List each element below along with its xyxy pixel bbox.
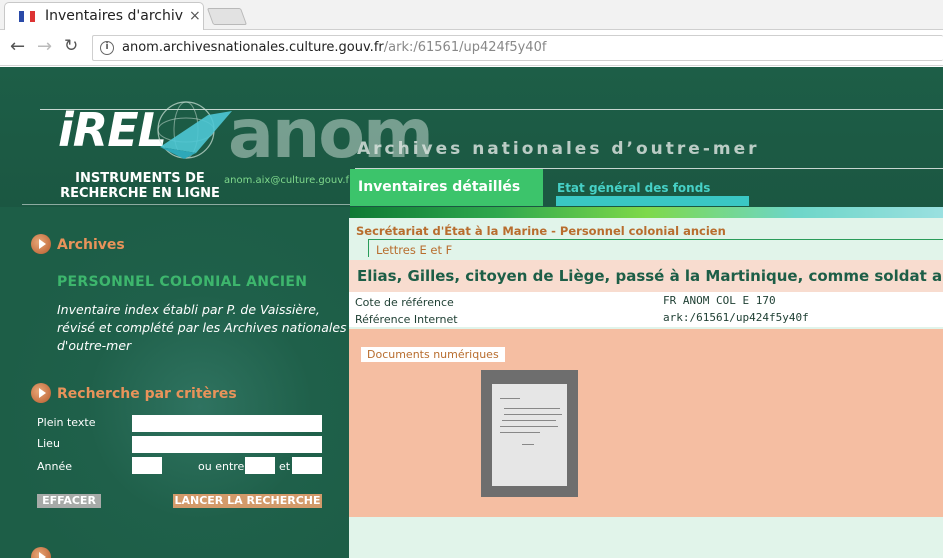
banner-rule bbox=[22, 204, 350, 205]
color-gradient-strip bbox=[350, 207, 943, 218]
site-banner: iREL anom Archives nationales d’outre-me… bbox=[0, 67, 943, 207]
url-bar[interactable]: i anom.archivesnationales.culture.gouv.f… bbox=[92, 35, 943, 61]
year-from-input[interactable] bbox=[245, 457, 275, 474]
tab-inventaires-detailles[interactable]: Inventaires détaillés bbox=[350, 169, 543, 206]
and-label: et bbox=[279, 460, 291, 473]
url-path: /ark:/61561/up424f5y40f bbox=[383, 40, 547, 55]
year-to-input[interactable] bbox=[292, 457, 322, 474]
info-icon[interactable]: i bbox=[100, 41, 114, 55]
record-title-bar: Elias, Gilles, citoyen de Liège, passé à… bbox=[349, 260, 943, 292]
year-input[interactable] bbox=[132, 457, 162, 474]
place-input[interactable] bbox=[132, 436, 322, 453]
globe-wing-logo-icon bbox=[157, 101, 232, 159]
search-button[interactable]: LANCER LA RECHERCHE bbox=[173, 494, 322, 508]
meta-key-ref: Référence Internet bbox=[355, 313, 458, 326]
tab-close-icon[interactable]: × bbox=[189, 8, 201, 24]
anom-logo: anom bbox=[228, 95, 434, 174]
browser-tabbar: Inventaires d'archives × bbox=[0, 0, 943, 30]
breadcrumb-series[interactable]: Secrétariat d'État à la Marine - Personn… bbox=[356, 224, 726, 238]
record-metadata: Cote de référence FR ANOM COL E 170 Réfé… bbox=[349, 292, 943, 327]
meta-value-ref: ark:/61561/up424f5y40f bbox=[663, 311, 809, 324]
breadcrumb-subseries[interactable]: Lettres E et F bbox=[368, 239, 943, 257]
documents-numeriques-label[interactable]: Documents numériques bbox=[361, 347, 505, 362]
archives-heading[interactable]: Archives bbox=[57, 237, 125, 253]
meta-key-cote: Cote de référence bbox=[355, 296, 454, 309]
between-label: ou entre bbox=[198, 460, 245, 473]
irel-logo[interactable]: iREL bbox=[58, 103, 167, 157]
sidebar: Archives PERSONNEL COLONIAL ANCIEN Inven… bbox=[0, 207, 349, 558]
tab-etat-general-label[interactable]: Etat général des fonds bbox=[557, 181, 710, 195]
document-thumbnail[interactable] bbox=[481, 370, 578, 497]
place-label: Lieu bbox=[37, 437, 60, 450]
new-tab-button[interactable] bbox=[206, 8, 248, 25]
back-arrow-icon[interactable]: ← bbox=[10, 36, 25, 57]
instruments-label: INSTRUMENTS DE RECHERCHE EN LIGNE bbox=[60, 171, 220, 201]
clear-button[interactable]: EFFACER bbox=[37, 494, 101, 508]
site-tagline: Archives nationales d’outre-mer bbox=[357, 139, 760, 159]
tab-etat-general[interactable]: Etat général des fonds bbox=[543, 169, 943, 206]
forward-arrow-icon[interactable]: → bbox=[37, 36, 52, 57]
record-title: Elias, Gilles, citoyen de Liège, passé à… bbox=[357, 267, 943, 285]
browser-tab[interactable]: Inventaires d'archives × bbox=[4, 2, 204, 30]
tab-title: Inventaires d'archives bbox=[45, 8, 183, 24]
full-text-label: Plein texte bbox=[37, 416, 96, 429]
tab-underline bbox=[556, 196, 749, 206]
url-host: anom.archivesnationales.culture.gouv.fr bbox=[122, 40, 384, 55]
play-arrow-icon bbox=[31, 383, 51, 403]
contact-email-link[interactable]: anom.aix@culture.gouv.fr bbox=[224, 175, 353, 186]
favicon-flag-icon bbox=[19, 11, 35, 22]
fonds-description: Inventaire index établi par P. de Vaissi… bbox=[57, 302, 347, 353]
year-label: Année bbox=[37, 460, 73, 473]
page: iREL anom Archives nationales d’outre-me… bbox=[0, 67, 943, 558]
url-text[interactable]: anom.archivesnationales.culture.gouv.fr/… bbox=[122, 40, 546, 55]
document-page-image bbox=[492, 384, 567, 486]
record-content: Secrétariat d'État à la Marine - Personn… bbox=[349, 218, 943, 558]
fonds-title[interactable]: PERSONNEL COLONIAL ANCIEN bbox=[57, 274, 307, 290]
play-arrow-icon bbox=[31, 234, 51, 254]
search-heading: Recherche par critères bbox=[57, 386, 237, 402]
reload-icon[interactable]: ↻ bbox=[64, 36, 78, 56]
address-toolbar: ← → ↻ i anom.archivesnationales.culture.… bbox=[0, 30, 943, 66]
documents-panel: Documents numériques bbox=[349, 329, 943, 517]
meta-value-cote: FR ANOM COL E 170 bbox=[663, 294, 776, 307]
play-arrow-icon bbox=[31, 547, 51, 558]
full-text-input[interactable] bbox=[132, 415, 322, 432]
